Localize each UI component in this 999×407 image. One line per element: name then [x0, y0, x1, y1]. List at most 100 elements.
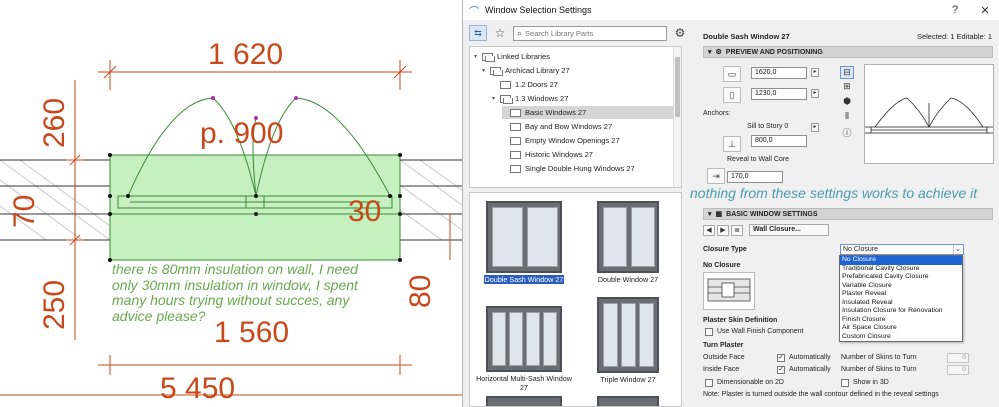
- closure-option[interactable]: Variable Closure: [840, 282, 962, 291]
- gallery-item-double-window[interactable]: Double Window 27: [578, 201, 678, 284]
- dimension-left-260: 260: [38, 97, 71, 148]
- use-wall-finish-checkbox[interactable]: [705, 328, 713, 336]
- window-thumbnail: [597, 201, 659, 273]
- gallery-item-triple-window[interactable]: Triple Window 27: [578, 297, 678, 384]
- tree-view-toggle-icon[interactable]: ⇆: [469, 25, 487, 41]
- closure-option[interactable]: Air Space Closure: [840, 324, 962, 333]
- next-page-button[interactable]: ▶: [717, 224, 729, 236]
- tree-item-doors[interactable]: 1.2 Doors 27: [492, 78, 672, 91]
- closure-option[interactable]: Finish Closure: [840, 316, 962, 325]
- expand-caret-icon[interactable]: ▾: [492, 95, 500, 102]
- preview-view-tools: ⊟ ⊞ ⬢ ⫴ ⓘ: [840, 66, 856, 141]
- closure-option[interactable]: Custom Closure: [840, 333, 962, 342]
- library-tree[interactable]: ▾ Linked Libraries ▾ Archicad Library 27 1…: [469, 46, 682, 188]
- closure-option[interactable]: Insulated Reveal: [840, 299, 962, 308]
- sill-field[interactable]: 800,0: [751, 135, 807, 147]
- gallery-item-partial-2[interactable]: [578, 396, 678, 406]
- dialog-title: Window Selection Settings: [485, 5, 592, 15]
- tree-item-basic-windows[interactable]: Basic Windows 27: [502, 106, 674, 119]
- height-arrow-button[interactable]: ▸: [811, 89, 819, 98]
- gallery-item-horizontal-multi-sash[interactable]: Horizontal Multi-Sash Window 27: [474, 306, 574, 392]
- window-thumbnail: [597, 297, 659, 373]
- gallery-item-double-sash[interactable]: Double Sash Window 27: [474, 201, 574, 284]
- library-pane: ⇆ ☆ ⌕ ⚙ ▾Linked Libraries ▾Archicad Libr…: [463, 20, 693, 407]
- library-search[interactable]: ⌕: [513, 25, 667, 41]
- cad-drawing-area[interactable]: 1 620 p. 900 260 70 250 30 80 1 560 5 45…: [0, 0, 462, 407]
- outside-auto-label: Automatically: [789, 354, 831, 361]
- dimension-bottom-5450: 5 450: [160, 372, 236, 405]
- library-gallery[interactable]: Double Sash Window 27 Double Window 27 H…: [469, 192, 682, 407]
- outside-auto-checkbox[interactable]: ✓: [777, 354, 785, 362]
- selection-info: Selected: 1 Editable: 1: [916, 32, 992, 41]
- closure-type-label: Closure Type: [703, 246, 747, 253]
- show-3d-checkbox[interactable]: [841, 379, 849, 387]
- help-button[interactable]: ?: [940, 4, 970, 17]
- gallery-caption: Triple Window 27: [600, 375, 656, 384]
- 3d-view-icon[interactable]: ⬢: [840, 96, 854, 109]
- dimension-label-p: p. 900: [200, 117, 284, 150]
- dialog-titlebar[interactable]: ⌒ Window Selection Settings ? ✕: [463, 0, 999, 20]
- width-field[interactable]: 1620,0: [751, 67, 807, 79]
- width-arrow-button[interactable]: ▸: [811, 68, 819, 77]
- folder-icon: [482, 52, 495, 62]
- close-button[interactable]: ✕: [970, 4, 999, 17]
- closure-option[interactable]: Insulation Closure for Renovation: [840, 307, 962, 316]
- outside-skins-field[interactable]: 0: [947, 353, 969, 363]
- favorites-star-icon[interactable]: ☆: [491, 25, 509, 41]
- dimensionable-checkbox[interactable]: [705, 379, 713, 387]
- section-preview-positioning[interactable]: ▾ ⚙ PREVIEW AND POSITIONING: [703, 46, 993, 58]
- question-note: there is 80mm insulation on wall, I need…: [112, 261, 358, 324]
- page-list-icon[interactable]: ≣: [731, 224, 743, 236]
- tree-item-linked-libraries[interactable]: ▾ Linked Libraries: [474, 50, 674, 63]
- tree-item-archicad-library[interactable]: ▾ Archicad Library 27: [482, 64, 672, 77]
- gallery-item-partial-1[interactable]: [474, 396, 574, 406]
- window-thumbnail: [597, 396, 659, 406]
- tree-item-windows[interactable]: ▾ 1.3 Windows 27: [492, 92, 672, 105]
- closure-type-dropdown-list[interactable]: No Closure Traditional Cavity Closure Pr…: [839, 255, 963, 342]
- closure-option[interactable]: No Closure: [840, 256, 962, 265]
- search-input[interactable]: [525, 28, 656, 38]
- inside-skins-field[interactable]: 0: [947, 365, 969, 375]
- scrollbar-thumb[interactable]: [675, 57, 680, 117]
- gallery-caption: Double Window 27: [597, 275, 659, 284]
- collapse-caret-icon: ▾: [708, 49, 712, 56]
- tree-scrollbar[interactable]: [673, 47, 681, 187]
- settings-gear-icon[interactable]: ⚙: [671, 25, 689, 41]
- tree-item-empty-openings[interactable]: Empty Window Openings 27: [502, 134, 672, 147]
- closure-type-select[interactable]: No Closure ⌄: [840, 244, 964, 255]
- section-view-icon[interactable]: ⫴: [840, 111, 854, 124]
- window-preview-drawing: [865, 97, 993, 134]
- search-icon: ⌕: [517, 27, 523, 38]
- tree-item-bay-bow-windows[interactable]: Bay and Bow Windows 27: [502, 120, 672, 133]
- height-icon: ▯: [723, 87, 741, 103]
- dimension-right-80: 80: [404, 274, 437, 308]
- page-navigation: ◀ ▶ ≣ Wall Closure...: [703, 224, 829, 236]
- prev-page-button[interactable]: ◀: [703, 224, 715, 236]
- closure-option[interactable]: Plaster Reveal: [840, 290, 962, 299]
- folder-icon: [510, 108, 521, 117]
- folder-icon: [510, 150, 521, 159]
- grid-view-icon[interactable]: ⊞: [840, 81, 854, 94]
- closure-option[interactable]: Traditional Cavity Closure: [840, 265, 962, 274]
- page-dropdown[interactable]: Wall Closure...: [749, 224, 829, 236]
- dimension-left-250: 250: [38, 279, 71, 330]
- tree-item-historic-windows[interactable]: Historic Windows 27: [502, 148, 672, 161]
- width-icon: ▭: [723, 66, 741, 82]
- section-basic-window-settings[interactable]: ▾ ▦ BASIC WINDOW SETTINGS: [703, 208, 993, 220]
- expand-caret-icon[interactable]: ▾: [482, 67, 490, 74]
- info-icon[interactable]: ⓘ: [840, 126, 854, 139]
- window-preview: [864, 64, 994, 164]
- overlay-annotation: nothing from these settings works to ach…: [690, 185, 978, 201]
- height-field[interactable]: 1230,0: [751, 88, 807, 100]
- sill-arrow-button[interactable]: ▸: [811, 123, 819, 132]
- closure-option[interactable]: Prefabricated Cavity Closure: [840, 273, 962, 282]
- window-settings-icon: ▦: [715, 211, 723, 218]
- tree-item-single-double-hung[interactable]: Single Double Hung Windows 27: [502, 162, 672, 175]
- turn-plaster-heading: Turn Plaster: [703, 342, 744, 349]
- plan-view-icon[interactable]: ⊟: [840, 66, 854, 79]
- inside-auto-checkbox[interactable]: ✓: [777, 366, 785, 374]
- expand-caret-icon[interactable]: ▾: [474, 53, 482, 60]
- reveal-field[interactable]: 170,0: [727, 171, 783, 183]
- chevron-down-icon[interactable]: ⌄: [953, 245, 962, 254]
- outside-face-label: Outside Face: [703, 354, 745, 361]
